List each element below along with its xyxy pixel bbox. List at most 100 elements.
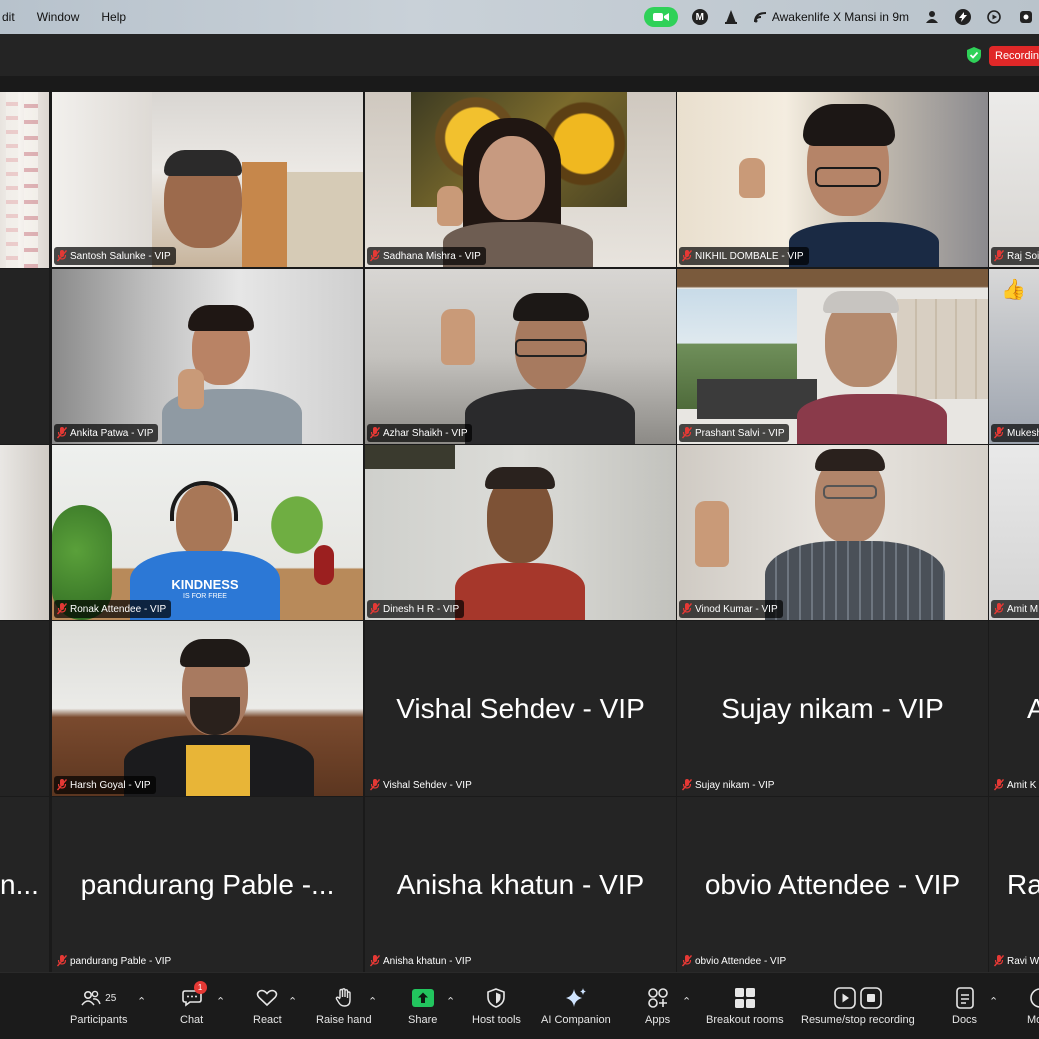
meeting-toolbar: 25 Participants ⌃ 1 Chat ⌃ React ⌃ Raise… [0,972,1039,1039]
participant-name: Anisha khatun - VIP [383,955,472,967]
participant-tile-pandurang[interactable]: pandurang Pable -... pandurang Pable - V… [52,797,363,972]
share-screen-icon [411,989,434,1007]
participant-tile-azhar[interactable]: Azhar Shaikh - VIP [365,269,676,444]
participant-tile-ankita[interactable]: Ankita Patwa - VIP [52,269,363,444]
participant-tile-dinesh[interactable]: Dinesh H R - VIP [365,445,676,620]
bolt-icon[interactable] [955,9,971,25]
apps-chevron-up-icon[interactable]: ⌃ [682,995,691,1008]
settings-icon[interactable] [1017,8,1035,26]
participant-tile-sadhana[interactable]: Sadhana Mishra - VIP [365,92,676,267]
participant-nametag: Amit K [991,776,1039,794]
breakout-rooms-button[interactable]: Breakout rooms [706,987,784,1026]
ai-companion-button[interactable]: AI Companion [541,987,611,1026]
chat-unread-badge: 1 [193,981,207,994]
docs-button[interactable]: Docs [952,987,977,1026]
participant-display-name: pandurang Pable -... [80,869,335,900]
react-chevron-up-icon[interactable]: ⌃ [288,995,297,1008]
raise-hand-chevron-up-icon[interactable]: ⌃ [368,995,377,1008]
participant-display-name: Ra [1007,869,1039,900]
participant-tile-amit-k[interactable]: A Amit K [989,621,1039,796]
participant-nametag: Raj Soi [991,247,1039,265]
m-app-icon[interactable]: M [691,9,708,25]
docs-chevron-up-icon[interactable]: ⌃ [989,995,998,1008]
participant-name: Raj Soi [1007,250,1039,262]
participant-nametag: Sujay nikam - VIP [679,776,779,794]
participant-tile-amit-m[interactable]: Amit M [989,445,1039,620]
host-tools-button[interactable]: Host tools [472,987,521,1026]
participant-tile-ronak[interactable]: KINDNESS IS FOR FREE Ronak Attendee - VI… [52,445,363,620]
broadcast-icon [753,12,766,23]
menu-help[interactable]: Help [101,10,126,24]
menu-edit[interactable]: dit [2,10,15,24]
participant-name: Ravi W [1007,955,1039,967]
muted-mic-icon [993,427,1005,439]
muted-mic-icon [56,955,68,967]
participant-tile-sujay[interactable]: Sujay nikam - VIP Sujay nikam - VIP [677,621,988,796]
apps-button[interactable]: Apps [645,987,670,1026]
chat-chevron-up-icon[interactable]: ⌃ [216,995,225,1008]
react-label: React [253,1014,282,1026]
stop-icon [860,987,882,1009]
muted-mic-icon [56,603,68,615]
user-icon[interactable] [923,8,941,26]
muted-mic-icon [681,779,693,791]
share-label: Share [408,1014,438,1026]
participant-name: Dinesh H R - VIP [383,603,460,615]
participant-name: Sadhana Mishra - VIP [383,250,481,262]
participant-tile-vinod[interactable]: Vinod Kumar - VIP [677,445,988,620]
participant-tile-left-row1[interactable] [0,92,49,268]
share-chevron-up-icon[interactable]: ⌃ [446,995,455,1008]
participant-tile-ravi[interactable]: Ra Ravi W [989,797,1039,972]
participants-chevron-up-icon[interactable]: ⌃ [137,995,146,1008]
raise-hand-button[interactable]: Raise hand [316,987,372,1026]
resume-stop-recording-button[interactable]: Resume/stop recording [801,987,915,1026]
participant-tile-left-row2[interactable] [0,269,49,444]
participant-tile-left-row3[interactable] [0,445,49,620]
participant-tile-mukesh[interactable]: 👍 Mukesh [989,269,1039,444]
participant-tile-obvio[interactable]: obvio Attendee - VIP obvio Attendee - VI… [677,797,988,972]
participant-tile-harsh[interactable]: Harsh Goyal - VIP [52,621,363,796]
participant-name: Ronak Attendee - VIP [70,603,167,615]
share-button[interactable]: Share [408,987,437,1026]
participant-nametag: Amit M [991,600,1039,618]
participant-nametag: obvio Attendee - VIP [679,952,791,970]
muted-mic-icon [369,955,381,967]
chat-label: Chat [180,1014,204,1026]
participant-tile-santosh[interactable]: Santosh Salunke - VIP [52,92,363,267]
breakout-rooms-icon [734,988,755,1008]
muted-mic-icon [681,427,693,439]
participant-tile-prashant[interactable]: Prashant Salvi - VIP [677,269,988,444]
muted-mic-icon [681,250,693,262]
participant-display-name: Anisha khatun - VIP [396,869,645,900]
participant-tile-vishal[interactable]: Vishal Sehdev - VIP Vishal Sehdev - VIP [365,621,676,796]
participant-tile-left-row4[interactable] [0,621,49,796]
participant-nametag: Vinod Kumar - VIP [679,600,783,618]
participant-nametag: Anisha khatun - VIP [367,952,476,970]
security-shield-icon[interactable] [965,46,983,64]
participant-tile-raj[interactable]: Raj Soi [989,92,1039,267]
participant-nametag: Ronak Attendee - VIP [54,600,172,618]
participants-button[interactable]: 25 Participants [70,987,127,1026]
recording-indicator[interactable]: Recording [989,46,1039,66]
calendar-event[interactable]: Awakenlife X Mansi in 9m [753,10,909,24]
camera-in-use-icon[interactable] [643,7,678,27]
participant-tile-anisha[interactable]: Anisha khatun - VIP Anisha khatun - VIP [365,797,676,972]
participant-nametag: Ankita Patwa - VIP [54,424,159,442]
muted-mic-icon [369,427,381,439]
more-button[interactable]: Mo [1027,987,1039,1026]
participant-tile-left-row5[interactable]: n... [0,797,49,972]
participant-display-name: n... [0,869,39,900]
participant-nametag: NIKHIL DOMBALE - VIP [679,247,809,265]
participant-nametag: pandurang Pable - VIP [54,952,176,970]
participant-name: Prashant Salvi - VIP [695,427,785,439]
participant-name: Amit K [1007,779,1037,791]
participant-tile-nikhil[interactable]: NIKHIL DOMBALE - VIP [677,92,988,267]
play-circle-icon[interactable] [985,8,1003,26]
vlc-cone-icon[interactable] [722,8,740,26]
participant-display-name: A [1027,693,1039,724]
participant-display-name: obvio Attendee - VIP [704,869,961,900]
more-icon [1029,988,1039,1008]
menu-window[interactable]: Window [37,10,80,24]
react-button[interactable]: React [253,987,282,1026]
chat-button[interactable]: 1 Chat [180,981,207,1026]
